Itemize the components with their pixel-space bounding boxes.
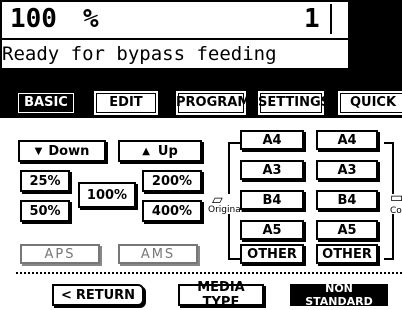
return-label: RETURN — [75, 287, 136, 303]
tab-program[interactable]: PROGRAM — [174, 89, 250, 117]
zoom-25-button[interactable]: 25% — [20, 170, 70, 192]
original-bracket-top — [228, 142, 240, 194]
status-area: 100% 1 Ready for bypass feeding — [0, 0, 402, 84]
copy-a3-button[interactable]: A3 — [316, 160, 378, 180]
original-label: Original — [208, 205, 244, 215]
copy-label: Cop — [390, 206, 402, 216]
zoom-up-label: Up — [157, 143, 178, 159]
zoom-up-button[interactable]: ▲ Up — [118, 140, 202, 162]
zoom-50-button[interactable]: 50% — [20, 200, 70, 222]
copy-a5-button[interactable]: A5 — [316, 220, 378, 240]
status-message: Ready for bypass feeding — [2, 40, 348, 68]
zoom-unit: % — [82, 4, 99, 34]
zoom-down-button[interactable]: ▼ Down — [18, 140, 106, 162]
status-divider — [330, 4, 332, 34]
zoom-400-button[interactable]: 400% — [142, 200, 202, 222]
tab-settings[interactable]: SETTINGS — [256, 89, 330, 117]
original-a5-button[interactable]: A5 — [240, 220, 304, 240]
copy-bracket-bottom — [384, 214, 394, 260]
return-arrow-icon: < — [60, 287, 72, 303]
original-b4-button[interactable]: B4 — [240, 190, 304, 210]
copy-b4-button[interactable]: B4 — [316, 190, 378, 210]
copy-other-button[interactable]: OTHER — [316, 244, 378, 264]
original-bracket-bottom — [228, 214, 240, 260]
copy-a4-button[interactable]: A4 — [316, 130, 378, 150]
zoom-100-button[interactable]: 100% — [78, 182, 136, 208]
zoom-value: 100 — [10, 4, 57, 34]
triangle-up-icon: ▲ — [142, 145, 150, 157]
media-type-button[interactable]: MEDIA TYPE — [178, 280, 264, 310]
triangle-down-icon: ▼ — [34, 145, 43, 157]
non-standard-button[interactable]: NON STANDARD — [290, 282, 388, 308]
zoom-200-button[interactable]: 200% — [142, 170, 202, 192]
aps-button[interactable]: APS — [20, 244, 100, 264]
zoom-down-label: Down — [48, 143, 90, 159]
original-a4-button[interactable]: A4 — [240, 130, 304, 150]
tab-edit[interactable]: EDIT — [92, 89, 160, 117]
original-a3-button[interactable]: A3 — [240, 160, 304, 180]
ams-button[interactable]: AMS — [118, 244, 198, 264]
copy-bracket-top — [384, 142, 394, 194]
bottom-separator — [16, 272, 402, 274]
copy-page-icon: ▭ — [390, 190, 402, 206]
tab-bar: BASIC EDIT PROGRAM SETTINGS QUICK — [0, 84, 402, 118]
status-display: 100% 1 — [2, 2, 348, 38]
tab-basic[interactable]: BASIC — [14, 89, 78, 117]
original-other-button[interactable]: OTHER — [240, 244, 304, 264]
return-button[interactable]: < RETURN — [52, 284, 144, 306]
tab-quick[interactable]: QUICK — [336, 89, 402, 117]
copy-count: 1 — [304, 4, 320, 34]
